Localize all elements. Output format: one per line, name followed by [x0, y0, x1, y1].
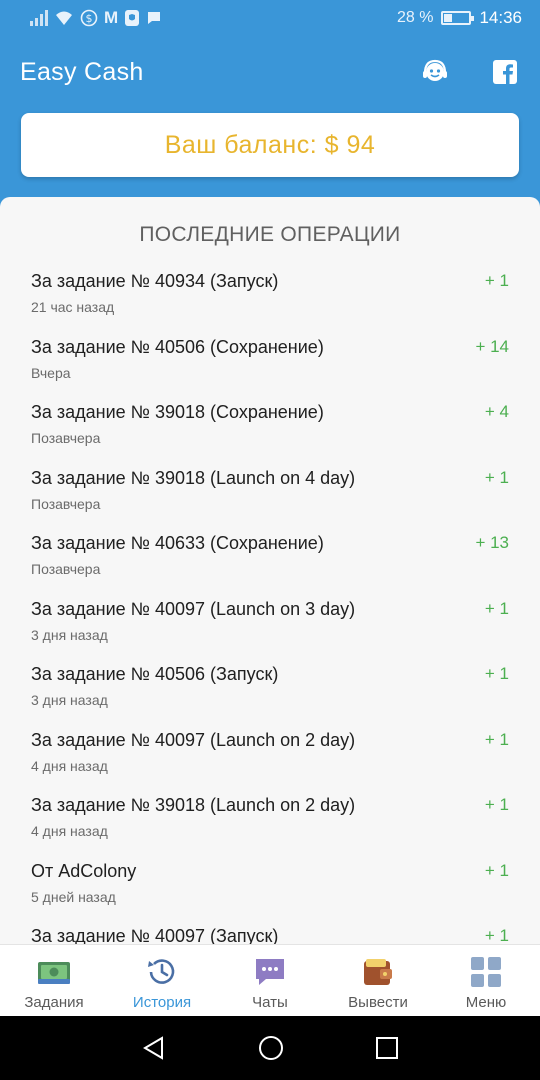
operation-amount: + 1 [484, 271, 509, 290]
operation-amount: + 1 [484, 729, 509, 749]
operation-amount: + 1 [484, 860, 509, 880]
nav-item-tasks[interactable]: Задания [0, 945, 108, 1016]
mail-icon: M [104, 8, 119, 27]
operation-title: За задание № 39018 (Сохранение) [31, 402, 324, 422]
nav-item-chats[interactable]: Чаты [216, 945, 324, 1016]
nav-item-menu[interactable]: Меню [432, 945, 540, 1016]
back-icon[interactable] [141, 1035, 167, 1061]
history-icon [148, 959, 175, 984]
home-icon[interactable] [257, 1034, 285, 1062]
operation-amount: + 14 [475, 336, 509, 356]
operation-title: За задание № 39018 (Launch on 2 day) [31, 795, 356, 815]
list-item[interactable]: За задание № 40934 (Запуск) 21 час назад +… [0, 265, 540, 331]
nav-label: История [132, 994, 192, 1011]
nav-label: Меню [465, 994, 507, 1011]
nav-label: Чаты [252, 994, 288, 1011]
signal-icon [30, 10, 48, 26]
app-title: Easy Cash [20, 57, 144, 86]
list-item[interactable]: За задание № 40633 (Сохранение) Позавчера… [0, 527, 540, 593]
list-item[interactable]: За задание № 40097 (Launch on 3 day) 3 дн… [0, 593, 540, 659]
clock: 14:36 [479, 8, 522, 27]
list-item[interactable]: За задание № 40506 (Запуск) 3 дня назад + … [0, 658, 540, 724]
system-nav-bar [0, 1016, 540, 1080]
list-item[interactable]: За задание № 39018 (Launch on 4 day) Поза… [0, 462, 540, 528]
operations-title: ПОСЛЕДНИЕ ОПЕРАЦИИ [139, 223, 401, 246]
operation-amount: + 13 [475, 533, 509, 552]
app-bar: Easy Cash [0, 36, 540, 108]
operation-time: 4 дня назад [31, 823, 108, 839]
operation-time: 3 дня назад [31, 692, 108, 708]
status-right: 28 % 14:36 [397, 8, 522, 28]
wallet-icon [364, 959, 392, 985]
wifi-icon [56, 11, 72, 25]
money-icon [38, 962, 70, 984]
facebook-button[interactable] [490, 57, 520, 87]
operation-title: За задание № 40097 (Запуск) [31, 926, 279, 945]
battery-percent: 28 % [396, 9, 434, 26]
battery-fill [444, 14, 452, 22]
chat-icon [256, 959, 284, 985]
balance-card: Ваш баланс: $ 94 [21, 113, 519, 177]
list-item[interactable]: За задание № 40097 (Запуск) + 1 [0, 920, 540, 945]
operation-amount: + 1 [484, 795, 509, 814]
operation-title: За задание № 40506 (Запуск) [31, 664, 279, 684]
operation-title: За задание № 40506 (Сохранение) [31, 336, 324, 357]
operation-amount: + 1 [484, 664, 509, 683]
operation-title: За задание № 40934 (Запуск) [31, 271, 279, 291]
nav-label: Задания [24, 994, 84, 1011]
bottom-nav: Задания История Чаты Вывести Меню [0, 944, 540, 1016]
operation-time: Позавчера [31, 495, 101, 512]
recents-icon[interactable] [375, 1036, 399, 1060]
operation-time: Вчера [31, 364, 71, 381]
operation-time: Позавчера [31, 561, 101, 577]
operation-title: За задание № 40097 (Launch on 3 day) [31, 598, 356, 619]
status-icons: $ M [30, 8, 397, 28]
shield-icon [125, 10, 140, 26]
list-item[interactable]: За задание № 40506 (Сохранение) Вчера + 14 [0, 331, 540, 397]
dollar-circle-icon: $ [80, 9, 98, 27]
list-item[interactable]: За задание № 39018 (Сохранение) Позавчера… [0, 396, 540, 462]
grid-menu-icon [471, 957, 501, 987]
operation-time: 4 дня назад [31, 757, 108, 774]
battery-icon [441, 11, 475, 25]
operation-title: За задание № 39018 (Launch on 4 day) [31, 467, 356, 488]
list-item[interactable]: За задание № 39018 (Launch on 2 day) 4 дн… [0, 789, 540, 855]
operation-time: 5 дней назад [31, 888, 116, 905]
app-actions [420, 57, 520, 87]
nav-item-history[interactable]: История [108, 945, 216, 1016]
support-icon [423, 59, 447, 81]
operations-list: За задание № 40934 (Запуск) 21 час назад +… [0, 265, 540, 945]
operation-amount: + 4 [484, 402, 509, 421]
svg-text:$: $ [86, 12, 93, 25]
list-item[interactable]: От AdColony 5 дней назад + 1 [0, 855, 540, 921]
operation-time: 21 час назад [31, 299, 115, 315]
status-bar: $ M 28 % 14:36 [0, 0, 540, 36]
operation-title: За задание № 40633 (Сохранение) [31, 533, 324, 553]
operation-title: За задание № 40097 (Launch on 2 day) [31, 729, 356, 750]
operation-time: 3 дня назад [31, 626, 108, 643]
operation-amount: + 1 [484, 467, 509, 487]
support-button[interactable] [420, 57, 450, 87]
nav-label: Вывести [348, 994, 408, 1011]
balance-text: Ваш баланс: $ 94 [164, 130, 376, 159]
operation-amount: + 1 [484, 926, 509, 945]
facebook-icon [493, 60, 517, 84]
message-icon [148, 12, 161, 24]
operation-time: Позавчера [31, 430, 101, 446]
operation-amount: + 1 [484, 598, 509, 618]
operations-panel: ПОСЛЕДНИЕ ОПЕРАЦИИ За задание № 40934 (З… [0, 197, 540, 945]
operation-title: От AdColony [31, 860, 137, 881]
nav-item-withdraw[interactable]: Вывести [324, 945, 432, 1016]
list-item[interactable]: За задание № 40097 (Launch on 2 day) 4 дн… [0, 724, 540, 790]
